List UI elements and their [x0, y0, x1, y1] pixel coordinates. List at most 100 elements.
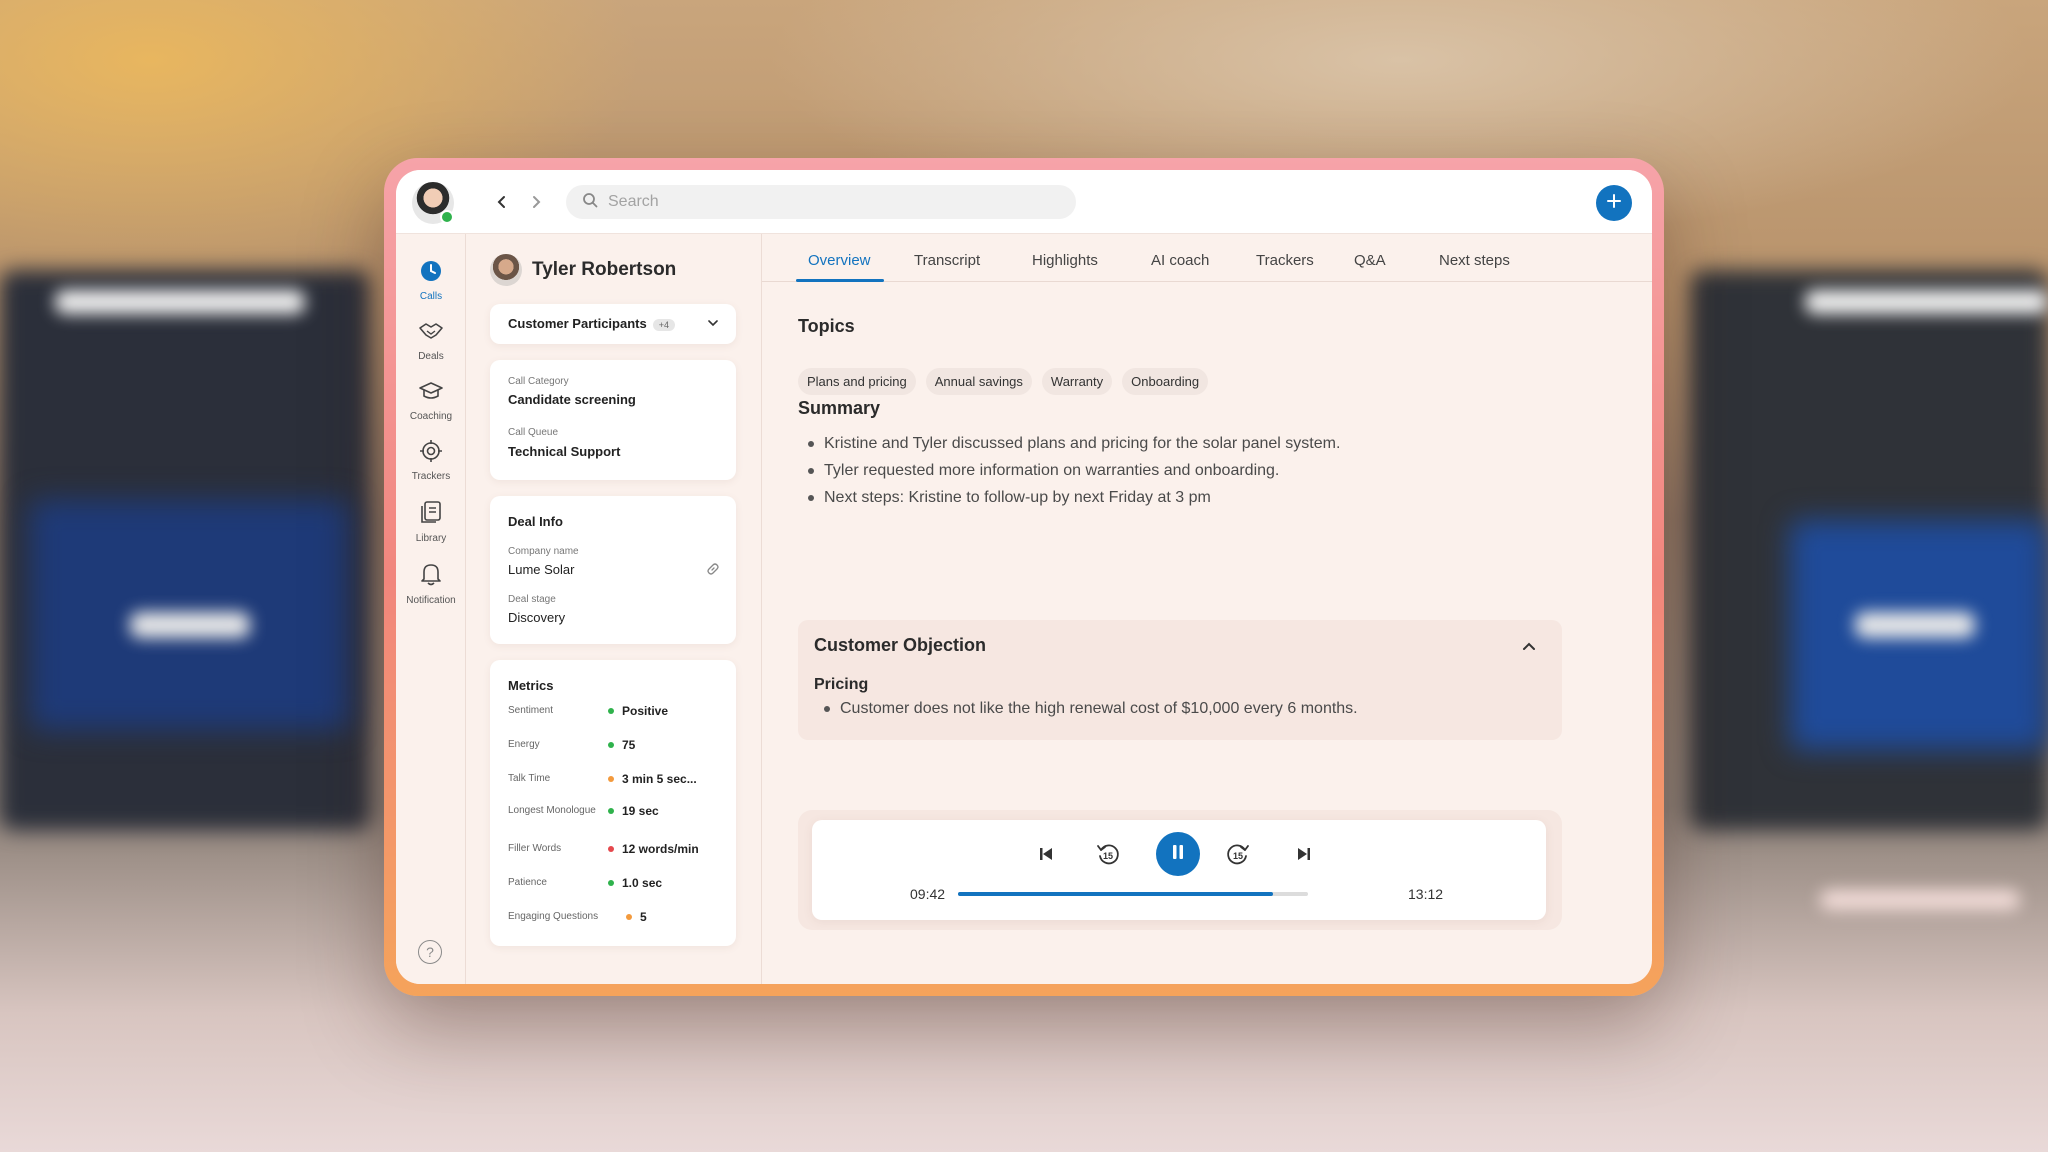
metric-value: 19 sec: [622, 804, 659, 818]
device-frame: Calls Deals Coaching Trackers: [384, 158, 1664, 996]
library-icon: [420, 500, 442, 529]
metric-value: 1.0 sec: [622, 876, 663, 890]
status-dot-icon: [608, 708, 614, 714]
list-item: Customer does not like the high renewal …: [824, 700, 1358, 718]
metric-label: Talk Time: [508, 773, 551, 784]
search-bar[interactable]: [566, 185, 1076, 219]
bell-icon: [420, 562, 442, 591]
deal-info-title: Deal Info: [508, 514, 563, 529]
metric-row: Engaging Questions 5: [508, 910, 724, 924]
tab-transcript[interactable]: Transcript: [914, 252, 980, 269]
metric-row: Energy 75: [508, 738, 724, 752]
app-window: Calls Deals Coaching Trackers: [396, 170, 1652, 984]
summary-bullet-text: Tyler requested more information on warr…: [824, 461, 1280, 479]
link-icon[interactable]: [706, 562, 720, 581]
metric-label: Filler Words: [508, 843, 562, 854]
search-icon: [582, 192, 598, 213]
skip-next-icon[interactable]: [1290, 840, 1318, 868]
forward-arrow-icon[interactable]: [522, 188, 550, 216]
metric-row: Talk Time 3 min 5 sec...: [508, 772, 724, 786]
help-icon[interactable]: ?: [418, 940, 442, 964]
rail-label-library: Library: [415, 533, 447, 544]
rail-item-coaching[interactable]: Coaching: [396, 380, 466, 422]
objection-bullet-text: Customer does not like the high renewal …: [840, 700, 1358, 717]
rail-item-notification[interactable]: Notification: [396, 562, 466, 606]
metric-row: Patience 1.0 sec: [508, 876, 724, 890]
progress-track[interactable]: [958, 892, 1308, 896]
rewind-seconds-label: 15: [1103, 851, 1113, 861]
metric-label: Sentiment: [508, 705, 554, 716]
metric-value: 5: [640, 910, 647, 924]
company-name-label: Company name: [508, 546, 579, 557]
status-dot-icon: [626, 914, 632, 920]
status-dot-icon: [608, 776, 614, 782]
status-dot-icon: [608, 846, 614, 852]
rail-item-calls[interactable]: Calls: [396, 260, 466, 302]
topic-chip[interactable]: Plans and pricing: [798, 368, 916, 395]
call-queue-label: Call Queue: [508, 427, 559, 438]
skip-previous-icon[interactable]: [1032, 840, 1060, 868]
participants-dropdown[interactable]: Customer Participants +4: [490, 304, 736, 344]
deal-stage-label: Deal stage: [508, 594, 556, 605]
rail-item-deals[interactable]: Deals: [396, 320, 466, 362]
tab-trackers[interactable]: Trackers: [1256, 252, 1314, 269]
participant-avatar: [490, 254, 522, 286]
rail-label-trackers: Trackers: [411, 471, 451, 482]
call-category-label: Call Category: [508, 376, 569, 387]
participant-name: Tyler Robertson: [532, 259, 677, 280]
rail-item-trackers[interactable]: Trackers: [396, 440, 466, 482]
top-bar: [396, 170, 1652, 234]
clock-icon: [420, 260, 442, 287]
topic-chip[interactable]: Warranty: [1041, 368, 1113, 395]
topic-chip[interactable]: Annual savings: [925, 368, 1032, 395]
tab-qa[interactable]: Q&A: [1354, 252, 1386, 269]
tab-next-steps[interactable]: Next steps: [1439, 252, 1510, 269]
online-status-icon: [440, 210, 454, 224]
metric-label: Patience: [508, 877, 547, 888]
customer-objection-panel: Customer Objection Pricing Customer does…: [798, 620, 1562, 740]
participants-label: Customer Participants: [508, 316, 647, 331]
list-item: Tyler requested more information on warr…: [808, 457, 1340, 484]
back-arrow-icon[interactable]: [488, 188, 516, 216]
metric-value: Positive: [622, 704, 669, 718]
list-item: Next steps: Kristine to follow-up by nex…: [808, 484, 1340, 511]
pause-button[interactable]: [1156, 832, 1200, 876]
status-dot-icon: [608, 742, 614, 748]
objection-title: Customer Objection: [814, 635, 987, 655]
handshake-icon: [418, 320, 444, 347]
forward-15-icon[interactable]: 15: [1224, 840, 1252, 868]
add-button[interactable]: [1596, 185, 1632, 221]
rail-label-deals: Deals: [418, 351, 444, 362]
company-name-value: Lume Solar: [508, 562, 575, 577]
metric-label: Longest Monologue: [508, 805, 596, 816]
rail-label-notification: Notification: [406, 595, 456, 606]
topic-chips: Plans and pricing Annual savings Warrant…: [798, 368, 1209, 395]
topic-chip[interactable]: Onboarding: [1122, 368, 1209, 395]
call-category-value: Candidate screening: [508, 392, 636, 407]
plus-icon: [1606, 193, 1622, 214]
summary-title: Summary: [798, 398, 881, 418]
metrics-card: Metrics Sentiment Positive Energy 75 Talk Ti…: [490, 660, 736, 946]
main-content: Overview Transcript Highlights AI coach …: [762, 234, 1652, 984]
metric-value: 75: [622, 738, 636, 752]
tab-overview[interactable]: Overview: [808, 252, 871, 269]
rewind-15-icon[interactable]: 15: [1094, 840, 1122, 868]
metric-value: 3 min 5 sec...: [622, 772, 697, 786]
tab-ai-coach[interactable]: AI coach: [1151, 252, 1209, 269]
chevron-up-icon[interactable]: [1522, 638, 1536, 656]
status-dot-icon: [608, 808, 614, 814]
call-details-panel: Tyler Robertson Customer Participants +4 …: [466, 234, 762, 984]
deal-info-card: Deal Info Company name Lume Solar Deal s…: [490, 496, 736, 644]
tab-bar: Overview Transcript Highlights AI coach …: [762, 234, 1652, 282]
audio-player-container: 15 15 09:42 13:12: [798, 810, 1562, 930]
tab-highlights[interactable]: Highlights: [1032, 252, 1098, 269]
chevron-down-icon: [708, 315, 718, 333]
call-info-card: Call Category Candidate screening Call Q…: [490, 360, 736, 480]
metric-row: Filler Words 12 words/min: [508, 842, 724, 856]
audio-player: 15 15 09:42 13:12: [812, 820, 1546, 920]
rail-item-library[interactable]: Library: [396, 500, 466, 544]
summary-bullet-text: Kristine and Tyler discussed plans and p…: [824, 434, 1341, 452]
forward-seconds-label: 15: [1233, 851, 1243, 861]
graduation-cap-icon: [418, 380, 444, 407]
search-input[interactable]: [608, 193, 1048, 211]
